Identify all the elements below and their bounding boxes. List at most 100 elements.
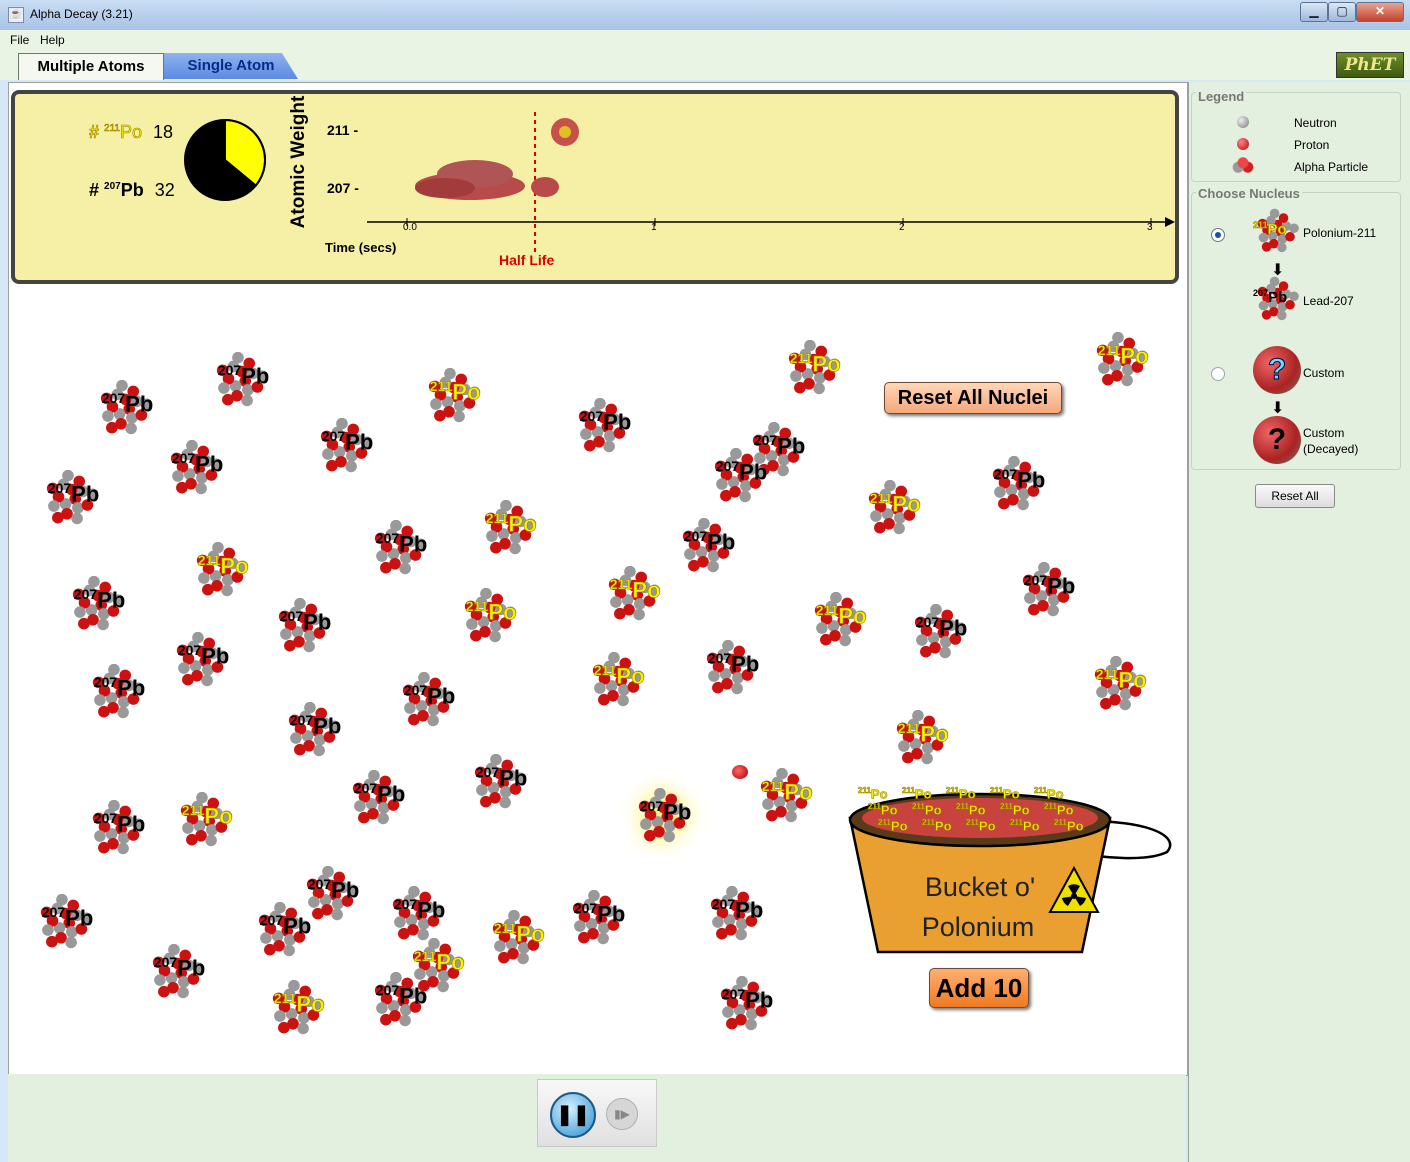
lead-207-label: Lead-207 <box>1303 294 1354 308</box>
polonium-211-nucleus[interactable]: 211Po <box>588 651 646 710</box>
lead-207-nucleus[interactable]: 207Pb <box>348 769 406 828</box>
bucket-po-nucleus: 211Po <box>946 786 976 802</box>
polonium-211-nucleus[interactable]: 211Po <box>810 591 868 650</box>
pb-nucleus-label: 207Pb <box>177 642 230 669</box>
lead-207-nucleus[interactable]: 207Pb <box>88 663 146 722</box>
bucket-po-nucleus: 211Po <box>912 802 942 818</box>
bucket-label-line2: Polonium <box>921 912 1035 942</box>
polonium-211-nucleus[interactable]: 211Po <box>480 499 538 558</box>
polonium-211-nucleus[interactable]: 211Po <box>864 479 922 538</box>
bucket-po-nucleus: 211Po <box>1010 818 1040 834</box>
lead-207-nucleus[interactable]: 207Pb <box>88 799 146 858</box>
polonium-211-nucleus[interactable]: 211Po <box>424 367 482 426</box>
pb-nucleus-label: 207Pb <box>393 896 446 923</box>
reset-all-nuclei-button[interactable]: Reset All Nuclei <box>884 382 1062 414</box>
add-10-button[interactable]: Add 10 <box>929 968 1029 1008</box>
po-nucleus-label: 211Po <box>593 662 645 689</box>
radio-polonium[interactable] <box>1211 228 1225 242</box>
po-nucleus-label: 211Po <box>429 378 481 405</box>
pb-nucleus-label: 207Pb <box>915 614 968 641</box>
lead-207-nucleus[interactable]: 207Pb <box>716 975 774 1034</box>
lead-207-nucleus[interactable]: 207Pb <box>370 519 428 578</box>
lead-207-nucleus[interactable]: 207Pb <box>678 517 736 576</box>
close-button[interactable]: ✕ <box>1356 2 1404 22</box>
pb-nucleus-label: 207Pb <box>171 450 224 477</box>
polonium-211-nucleus[interactable]: 211Po <box>604 565 662 624</box>
pb-nucleus-label: 207Pb <box>289 712 342 739</box>
lead-207-nucleus[interactable]: 207Pb <box>254 901 312 960</box>
bucket-po-nucleus: 211Po <box>1000 802 1030 818</box>
po-nucleus-label: 211Po <box>1095 666 1147 693</box>
polonium-211-nucleus[interactable]: 211Po <box>460 587 518 646</box>
polonium-211-nucleus[interactable]: 211Po <box>488 909 546 968</box>
lead-207-nucleus[interactable]: 207Pb <box>388 885 446 944</box>
proton-icon <box>1237 138 1249 150</box>
pb-nucleus-label: 207Pb <box>47 480 100 507</box>
lead-207-nucleus[interactable]: 207Pb <box>470 753 528 812</box>
lead-207-nucleus[interactable]: 207Pb <box>702 639 760 698</box>
polonium-211-nucleus-icon: 211Po <box>1253 208 1301 256</box>
bucket-po-nucleus: 211Po <box>902 786 932 802</box>
lead-207-nucleus[interactable]: 207Pb <box>284 701 342 760</box>
polonium-211-nucleus[interactable]: 211Po <box>756 767 814 826</box>
polonium-211-nucleus[interactable]: 211Po <box>892 709 950 768</box>
polonium-211-nucleus[interactable]: 211Po <box>176 791 234 850</box>
lead-207-nucleus[interactable]: 207Pb <box>568 889 626 948</box>
custom-label: Custom <box>1303 366 1345 380</box>
bucket-po-nucleus: 211Po <box>990 786 1020 802</box>
polonium-211-nucleus[interactable]: 211Po <box>268 979 326 1038</box>
lead-207-nucleus[interactable]: 207Pb <box>316 417 374 476</box>
pb-nucleus-label: 207Pb <box>307 876 360 903</box>
polonium-211-nucleus[interactable]: 211Po <box>1090 655 1148 714</box>
lead-207-nucleus[interactable]: 207Pb <box>274 597 332 656</box>
lead-207-nucleus[interactable]: 207Pb <box>988 455 1046 514</box>
polonium-211-nucleus[interactable]: 211Po <box>192 541 250 600</box>
polonium-211-nucleus[interactable]: 211Po <box>408 937 466 996</box>
lead-207-nucleus[interactable]: 207Pb <box>634 787 692 846</box>
maximize-button[interactable]: ▢ <box>1328 2 1356 22</box>
lead-207-nucleus[interactable]: 207Pb <box>398 671 456 730</box>
minimize-button[interactable]: ▁ <box>1300 2 1328 22</box>
lead-207-nucleus[interactable]: 207Pb <box>710 447 768 506</box>
pb-nucleus-label: 207Pb <box>1023 572 1076 599</box>
po-nucleus-label: 211Po <box>181 802 233 829</box>
lead-207-nucleus[interactable]: 207Pb <box>42 469 100 528</box>
radio-custom[interactable] <box>1211 367 1225 381</box>
lead-207-nucleus[interactable]: 207Pb <box>148 943 206 1002</box>
lead-207-nucleus[interactable]: 207Pb <box>574 397 632 456</box>
lead-207-nucleus[interactable]: 207Pb <box>96 379 154 438</box>
pb-nucleus-label: 207Pb <box>639 798 692 825</box>
pb-nucleus-label: 207Pb <box>707 650 760 677</box>
pause-icon[interactable]: ❚❚ <box>550 1092 596 1138</box>
lead-207-nucleus[interactable]: 207Pb <box>910 603 968 662</box>
lead-207-nucleus[interactable]: 207Pb <box>706 885 764 944</box>
polonium-211-label: Polonium-211 <box>1303 226 1377 240</box>
phet-logo: PhET <box>1336 52 1404 78</box>
choose-nucleus-title: Choose Nucleus <box>1196 186 1302 201</box>
legend-title: Legend <box>1196 89 1247 104</box>
lead-207-nucleus[interactable]: 207Pb <box>166 439 224 498</box>
po-nucleus-label: 211Po <box>1097 342 1149 369</box>
pb-nucleus-label: 207Pb <box>217 362 270 389</box>
custom-decayed-label-1: Custom <box>1303 426 1345 440</box>
bucket-po-nucleus: 211Po <box>1034 786 1064 802</box>
lead-207-nucleus[interactable]: 207Pb <box>1018 561 1076 620</box>
reset-all-button[interactable]: Reset All <box>1255 484 1335 508</box>
lead-207-nucleus[interactable]: 207Pb <box>36 893 94 952</box>
lead-207-nucleus[interactable]: 207Pb <box>212 351 270 410</box>
lead-207-nucleus[interactable]: 207Pb <box>68 575 126 634</box>
bucket-po-nucleus: 211Po <box>1044 802 1074 818</box>
lead-207-nucleus[interactable]: 207Pb <box>172 631 230 690</box>
pb-nucleus-label: 207Pb <box>715 458 768 485</box>
alpha-particle-icon <box>1231 154 1255 176</box>
down-arrow-icon-2: ⬇ <box>1271 400 1285 417</box>
bucket-po-nucleus: 211Po <box>868 802 898 818</box>
po-nucleus-label: 211Po <box>485 510 537 537</box>
pb-nucleus-label: 207Pb <box>259 912 312 939</box>
pb-nucleus-label: 207Pb <box>41 904 94 931</box>
step-icon[interactable]: ▮▶ <box>606 1098 638 1130</box>
pb-nucleus-label: 207Pb <box>353 780 406 807</box>
polonium-211-nucleus[interactable]: 211Po <box>1092 331 1150 390</box>
bucket-po-nucleus: 211Po <box>858 786 888 802</box>
polonium-211-nucleus[interactable]: 211Po <box>784 339 842 398</box>
